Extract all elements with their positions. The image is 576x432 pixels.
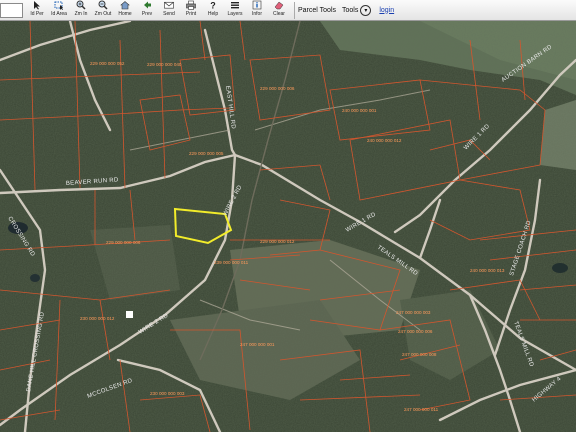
parcel-label: 229 000 000 006 [260,86,295,91]
svg-text:?: ? [210,1,216,11]
parcel-label: 247 000 000 003 [396,310,431,315]
parcel-label: 240 000 000 001 [342,108,377,113]
login-link[interactable]: login [379,7,394,14]
tool-label: Zm Out [94,10,112,17]
clear-tool[interactable]: Clear [269,0,289,21]
parcel-label: 240 000 000 013 [470,268,505,273]
id-area-icon [54,0,64,11]
zoom-out-icon [98,0,108,11]
help-tool[interactable]: ? Help [203,0,223,21]
parcel-label: 247 000 000 008 [402,352,437,357]
tool-label: Home [118,10,132,17]
tools-menu[interactable]: Tools ▾ [342,4,372,16]
tool-label: Help [207,10,219,17]
home-tool[interactable]: Home [115,0,135,21]
parcel-label: 230 000 000 012 [80,316,115,321]
tool-label: Layers [227,10,243,17]
parcel-label: 247 000 000 001 [240,342,275,347]
tool-label: Clear [273,10,285,17]
send-tool[interactable]: Send [159,0,179,21]
pond [552,263,568,273]
parcel-label: 247 000 000 006 [398,329,433,334]
parcel-tools-menu[interactable]: Parcel Tools [298,7,336,14]
toolbar-divider [294,1,295,19]
tool-buttons: Id Per Id Area Zm In Zm Out Home Prev Send Prin… [27,0,291,21]
tool-label: Print [185,10,197,17]
tool-label: Send [163,10,175,17]
envelope-icon [164,0,174,11]
tools-menu-label: Tools [342,6,359,14]
location-marker[interactable] [126,311,133,318]
parcel-label: 229 000 000 052 [90,61,125,66]
tool-label: Id Area [51,10,67,17]
layers-tool[interactable]: Layers [225,0,245,21]
info-icon [252,0,262,11]
back-arrow-icon [142,0,152,11]
imagery-texture [0,21,576,432]
zoom-in-icon [76,0,86,11]
eraser-icon [274,0,284,11]
parcel-label: 229 000 000 040 [147,62,182,67]
search-input[interactable] [0,2,23,18]
tool-label: Infor [251,10,262,17]
info-tool[interactable]: Infor [247,0,267,21]
zoom-in-tool[interactable]: Zm In [71,0,91,21]
print-tool[interactable]: Print [181,0,201,21]
map-view[interactable]: EAST HILL RD CROSSING RD BEAVER RUN RD W… [0,21,576,432]
parcel-label: 229 000 000 006 [106,240,141,245]
id-area-tool[interactable]: Id Area [49,0,69,21]
pond [30,274,40,282]
help-icon: ? [208,0,218,11]
prev-tool[interactable]: Prev [137,0,157,21]
layers-icon [230,0,240,11]
parcel-label: 247 000 000 011 [404,407,439,412]
tool-label: Prev [141,10,153,17]
chevron-down-icon[interactable]: ▾ [360,4,372,16]
home-icon [120,0,130,11]
parcel-label: 229 000 000 005 [189,151,224,156]
tool-label: Id Per [30,10,44,17]
zoom-out-tool[interactable]: Zm Out [93,0,113,21]
parcel-label: 240 000 000 012 [367,138,402,143]
id-per-tool[interactable]: Id Per [27,0,47,21]
parcel-label: 229 000 000 012 [260,239,295,244]
parcel-label: 230 000 000 003 [150,391,185,396]
parcel-label: 239 000 000 011 [214,260,249,265]
cursor-icon [32,0,42,11]
map-toolbar: Id Per Id Area Zm In Zm Out Home Prev Send Prin… [0,0,576,21]
tool-label: Zm In [74,10,88,17]
printer-icon [186,0,196,11]
